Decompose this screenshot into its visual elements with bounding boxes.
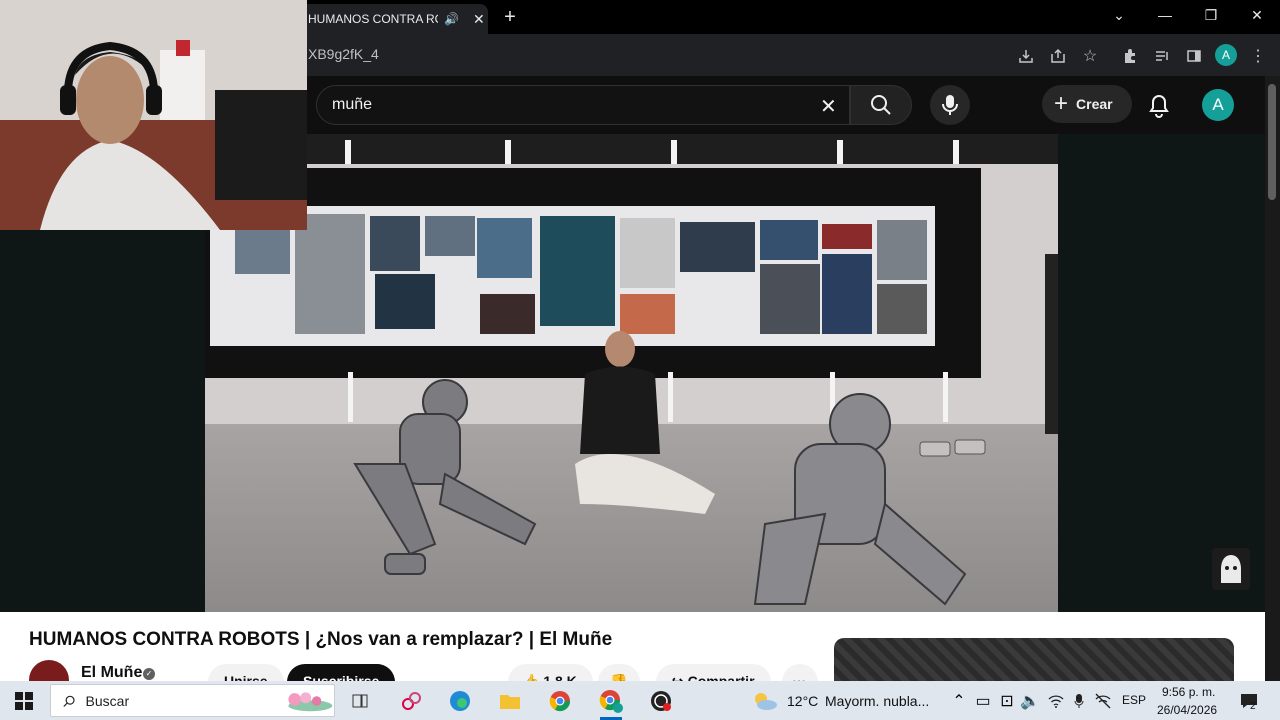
more-dots-icon: ⋯ [792,673,806,681]
bookmark-star-icon[interactable]: ☆ [1078,44,1102,68]
thumbs-up-icon: 👍 [522,673,544,681]
video-frame-scene [205,134,1058,612]
browser-menu-icon[interactable]: ⋮ [1246,44,1270,68]
channel-watermark-icon[interactable] [1212,548,1250,590]
like-button[interactable]: 👍 1,8 K [508,664,593,681]
obs-recording-icon[interactable] [648,688,674,714]
share-button[interactable]: ↪ Compartir [656,664,771,681]
browser-profile-avatar[interactable]: A [1215,44,1237,66]
dislike-button[interactable]: 👎 [598,664,640,681]
more-actions-button[interactable]: ⋯ [782,664,818,681]
chrome-profile-icon[interactable] [598,688,624,714]
close-window-button[interactable]: ✕ [1234,0,1280,30]
notifications-bell-icon[interactable] [1148,94,1170,123]
webcam-person-image [0,0,307,230]
join-button[interactable]: Unirse [208,664,284,681]
file-explorer-icon[interactable] [497,688,523,714]
clock-date[interactable]: 26/04/2026 [1157,703,1217,717]
extensions-icon[interactable] [1118,44,1142,68]
side-panel-icon[interactable] [1182,44,1206,68]
weather-temperature[interactable]: 12°C [787,693,818,709]
volume-icon[interactable]: 🔈 [1017,688,1043,714]
create-label: Crear [1076,96,1113,112]
show-hidden-icons-chevron-icon[interactable]: ⌃ [946,688,972,714]
microphone-icon [942,95,958,115]
scrollbar-thumb[interactable] [1268,84,1276,200]
clock-time[interactable]: 9:56 p. m. [1162,685,1215,699]
new-tab-button[interactable]: + [498,6,522,28]
taskbar-search-placeholder: Buscar [85,692,130,709]
taskbar-search-box[interactable]: Buscar [50,684,335,717]
like-count: 1,8 K [543,673,577,681]
tab-title: HUMANOS CONTRA ROBOTS [308,12,438,26]
speaker-icon[interactable]: 🔊 [444,12,459,26]
notification-center-icon[interactable] [1236,688,1262,714]
youtube-account-avatar[interactable]: A [1202,89,1234,121]
create-button[interactable]: + Crear [1042,85,1132,123]
url-text[interactable]: XB9g2fK_4 [308,46,379,62]
clear-search-icon[interactable]: ✕ [820,94,837,119]
webcam-overlay [0,0,307,230]
verified-check-icon: ✓ [143,668,155,680]
video-player[interactable] [205,134,1058,612]
task-view-icon[interactable] [347,688,373,714]
windows-taskbar: Buscar 12°C Mayorm. nubla... ⌃ ▭ ⊡ 🔈 ESP… [0,681,1280,720]
thumbs-down-icon: 👎 [610,673,628,681]
video-title: HUMANOS CONTRA ROBOTS | ¿Nos van a rempl… [29,629,613,650]
search-input[interactable]: muñe [316,85,850,125]
share-arrow-icon: ↪ [672,673,688,681]
notification-count-badge: 2 [1250,701,1256,712]
tray-device-icon[interactable]: ▭ [970,688,996,714]
install-icon[interactable] [1014,44,1038,68]
edge-browser-icon[interactable] [447,688,473,714]
search-button[interactable] [850,85,912,125]
video-details: HUMANOS CONTRA ROBOTS | ¿Nos van a rempl… [0,612,1265,681]
voice-search-button[interactable] [930,85,970,125]
app-snipping-tool-icon[interactable] [398,688,424,714]
plus-icon: + [1054,90,1069,117]
restore-button[interactable]: ❐ [1188,0,1234,30]
search-highlight-flowers-icon [288,691,333,711]
recommended-video-thumbnail[interactable] [834,638,1234,681]
search-icon [871,95,891,115]
chrome-icon[interactable] [547,688,573,714]
channel-name[interactable]: El Muñe [81,664,142,681]
minimize-button[interactable]: — [1142,0,1188,30]
share-icon[interactable] [1046,44,1070,68]
windows-start-icon[interactable] [11,688,37,714]
subscribe-button[interactable]: Suscribirse [287,664,396,681]
share-label: Compartir [687,673,755,681]
browser-tab[interactable]: HUMANOS CONTRA ROBOTS 🔊 ✕ [300,4,488,34]
tab-search-chevron-icon[interactable]: ⌄ [1096,0,1142,30]
media-control-icon[interactable] [1150,44,1174,68]
close-tab-icon[interactable]: ✕ [473,11,485,28]
network-disconnected-icon[interactable] [1090,688,1116,714]
microphone-tray-icon[interactable] [1066,688,1092,714]
taskbar-search-icon [63,695,75,707]
weather-description[interactable]: Mayorm. nubla... [825,693,929,709]
channel-avatar[interactable] [29,660,69,681]
weather-cloud-icon[interactable] [752,688,778,714]
input-language[interactable]: ESP [1122,693,1146,707]
